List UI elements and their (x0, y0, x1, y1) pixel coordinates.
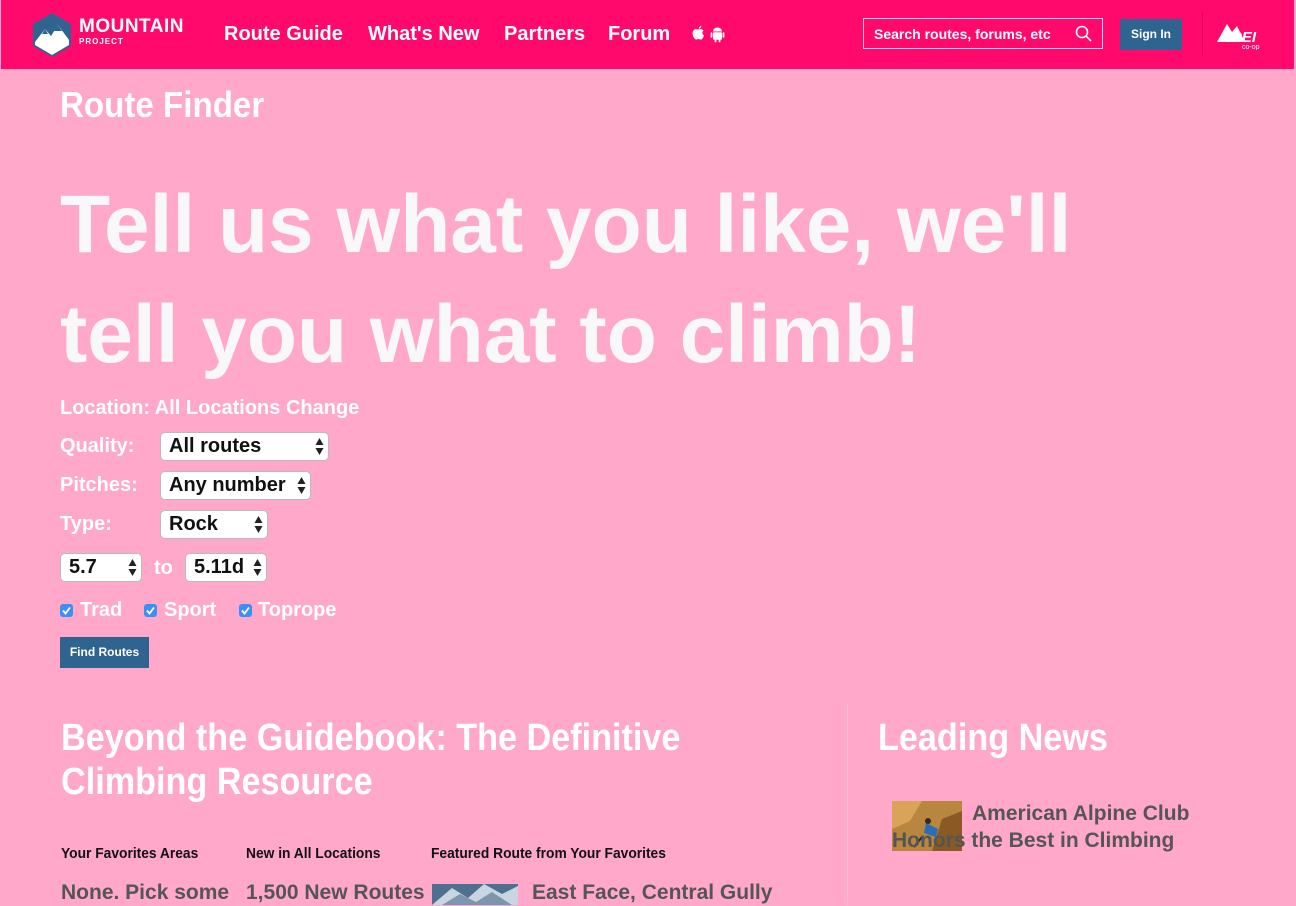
featured-route-thumbnail[interactable] (432, 884, 518, 905)
sign-in-button[interactable]: Sign In (1120, 19, 1182, 50)
select-arrows-icon (128, 559, 137, 576)
nav-whats-new[interactable]: What's New (368, 22, 479, 46)
guidebook-heading: Beyond the Guidebook: The Definitive Cli… (61, 716, 680, 804)
hero-headline: Tell us what you like, we'll tell you wh… (60, 170, 1210, 390)
app-links (691, 25, 727, 45)
grade-to-label: to (154, 557, 173, 579)
news-item-title[interactable]: American Alpine Club Honors the Best in … (892, 800, 1212, 854)
apple-icon[interactable] (691, 25, 706, 43)
top-navigation-bar: MOUNTAIN PROJECT Route Guide What's New … (1, 0, 1294, 69)
toprope-label[interactable]: Toprope (258, 598, 337, 622)
checkmark-icon (241, 606, 250, 615)
quality-select[interactable]: All routes (160, 432, 329, 461)
android-icon[interactable] (710, 25, 725, 43)
select-arrows-icon (254, 516, 263, 533)
location-label: Location: All Locations (60, 397, 281, 419)
checkmark-icon (146, 606, 155, 615)
mountain-hexagon-icon (33, 13, 71, 57)
grade-from-select[interactable]: 5.7 (60, 553, 142, 582)
nav-forum[interactable]: Forum (608, 22, 670, 46)
featured-route-link[interactable]: East Face, Central Gully (532, 880, 772, 906)
type-select[interactable]: Rock (160, 510, 268, 539)
mountain-project-logo[interactable]: MOUNTAIN PROJECT (31, 12, 201, 58)
select-arrows-icon (315, 438, 324, 455)
location-change-link[interactable]: Change (286, 397, 359, 419)
new-in-locations-heading: New in All Locations (246, 845, 381, 862)
checkmark-icon (62, 606, 71, 615)
select-arrows-icon (297, 477, 306, 494)
search-icon[interactable] (1075, 25, 1092, 42)
header-divider (1202, 12, 1203, 56)
favorites-areas-link[interactable]: None. Pick some (61, 880, 229, 906)
route-finder-title: Route Finder (60, 84, 265, 125)
hero-line-1: Tell us what you like, we'll (60, 179, 1072, 270)
find-routes-button[interactable]: Find Routes (60, 637, 149, 668)
sport-label[interactable]: Sport (164, 598, 216, 622)
new-routes-link[interactable]: 1,500 New Routes (246, 880, 425, 906)
pitches-label: Pitches: (60, 474, 138, 496)
search-input[interactable] (864, 19, 1064, 48)
guidebook-heading-line-2: Climbing Resource (61, 761, 373, 803)
sport-checkbox[interactable] (144, 604, 157, 617)
favorites-areas-heading: Your Favorites Areas (61, 845, 199, 862)
guidebook-heading-line-1: Beyond the Guidebook: The Definitive (61, 717, 681, 759)
svg-text:co-op: co-op (1242, 44, 1260, 50)
trad-checkbox[interactable] (60, 604, 73, 617)
hero-line-2: tell you what to climb! (60, 289, 922, 380)
trad-label[interactable]: Trad (80, 598, 122, 622)
column-divider (847, 704, 848, 905)
featured-route-heading: Featured Route from Your Favorites (431, 845, 666, 862)
pitches-select[interactable]: Any number (160, 471, 311, 500)
nav-route-guide[interactable]: Route Guide (224, 22, 343, 46)
pitches-select-value: Any number (169, 474, 286, 496)
search-box (863, 18, 1103, 49)
type-select-value: Rock (169, 513, 218, 535)
nav-partners[interactable]: Partners (504, 22, 585, 46)
select-arrows-icon (253, 559, 262, 576)
toprope-checkbox[interactable] (239, 604, 252, 617)
logo-subtitle: PROJECT (79, 37, 124, 46)
quality-label: Quality: (60, 435, 135, 457)
type-label: Type: (60, 513, 112, 535)
grade-to-value: 5.11d (194, 556, 245, 578)
rei-coop-logo[interactable]: REI co-op (1215, 18, 1267, 50)
quality-select-value: All routes (169, 435, 262, 457)
grade-to-select[interactable]: 5.11d (185, 553, 267, 582)
grade-from-value: 5.7 (69, 556, 97, 578)
leading-news-heading: Leading News (878, 717, 1108, 759)
location-row: Location: All Locations Change (60, 396, 359, 420)
logo-wordmark: MOUNTAIN (79, 16, 184, 37)
